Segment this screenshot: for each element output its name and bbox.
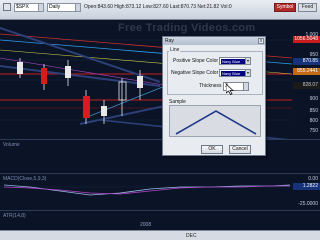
positive-slope-label: Positive Slope Color bbox=[173, 58, 219, 64]
price-badge-band: 855.2441 bbox=[293, 68, 320, 75]
sample-ray-preview bbox=[175, 110, 257, 135]
macd-panel[interactable]: MACD(Close,5,9,3) 1.2822 0.00 -25.0000 bbox=[0, 175, 320, 211]
ok-button[interactable]: OK bbox=[201, 145, 223, 154]
chevron-down-icon[interactable]: ▾ bbox=[245, 70, 250, 76]
price-badge-top: 1056.5048 bbox=[293, 36, 320, 43]
date-tick: DEC bbox=[186, 233, 197, 239]
price-chart-canvas bbox=[0, 27, 293, 139]
volume-label: Volume bbox=[3, 142, 20, 148]
negative-slope-color-select[interactable]: Navy Blue ▾ bbox=[219, 69, 251, 77]
macd-tick: 0.00 bbox=[308, 176, 318, 182]
price-badge-low: 828.07 bbox=[293, 82, 320, 89]
ray-dialog: Ray x Line Positive Slope Color Navy Blu… bbox=[162, 36, 266, 156]
interval-select[interactable]: Daily bbox=[47, 3, 81, 12]
trendline-ray-2 bbox=[0, 65, 161, 87]
price-tick: 800 bbox=[309, 118, 318, 124]
sample-preview bbox=[169, 105, 261, 137]
watermark: Free Trading Videos.com bbox=[118, 22, 256, 34]
price-badge-last: 870.85 bbox=[293, 58, 320, 65]
dialog-title: Ray bbox=[163, 37, 265, 45]
chevron-down-icon[interactable] bbox=[38, 4, 43, 11]
cancel-button[interactable]: Cancel bbox=[229, 145, 251, 154]
price-tick: 850 bbox=[309, 108, 318, 114]
positive-slope-color-select[interactable]: Navy Blue ▾ bbox=[219, 57, 251, 65]
price-chart-panel[interactable]: Free Trading Videos.com 1,000 950 900 85… bbox=[0, 20, 320, 140]
macd-badge: 1.2822 bbox=[293, 183, 320, 190]
symbol-value: $SPX bbox=[16, 4, 29, 10]
price-tick: 750 bbox=[309, 128, 318, 134]
negative-color-swatch: Navy Blue bbox=[221, 71, 245, 76]
upper-ray-magenta bbox=[0, 57, 171, 87]
macd-tick: -25.0000 bbox=[298, 201, 318, 207]
quote-readout: Open:843.60 High:873.12 Low:827.60 Last:… bbox=[84, 4, 232, 10]
chevron-down-icon[interactable] bbox=[75, 4, 80, 11]
negative-slope-label: Negative Slope Color bbox=[171, 70, 219, 76]
symbol-field[interactable]: $SPX bbox=[14, 3, 44, 12]
interval-value: Daily bbox=[49, 4, 61, 10]
macd-canvas bbox=[0, 184, 292, 196]
date-axis: DEC 2008 bbox=[0, 222, 320, 240]
positive-color-swatch: Navy Blue bbox=[221, 59, 245, 64]
chart-type-icon[interactable] bbox=[3, 3, 11, 11]
atr-label: ATR(14,8) bbox=[3, 213, 26, 219]
thickness-label: Thickness bbox=[199, 83, 222, 89]
symbol-tab[interactable]: Symbol bbox=[274, 3, 296, 12]
spin-arrows-icon[interactable] bbox=[243, 83, 248, 90]
line-group-label: Line bbox=[169, 47, 181, 53]
chevron-down-icon[interactable]: ▾ bbox=[245, 58, 250, 64]
price-tick: 900 bbox=[309, 96, 318, 102]
volume-panel[interactable]: Volume bbox=[0, 141, 320, 174]
chart-toolbar: $SPX Daily Open:843.60 High:873.12 Low:8… bbox=[0, 0, 320, 20]
feed-tab[interactable]: Feed bbox=[298, 3, 317, 12]
mouse-cursor-icon bbox=[226, 84, 234, 95]
trading-app-window: $SPX Daily Open:843.60 High:873.12 Low:8… bbox=[0, 0, 320, 240]
close-button[interactable]: x bbox=[258, 38, 264, 44]
year-label: 2008 bbox=[140, 222, 152, 228]
atr-panel[interactable]: ATR(14,8) bbox=[0, 212, 320, 230]
macd-label: MACD(Close,5,9,3) bbox=[3, 176, 47, 182]
